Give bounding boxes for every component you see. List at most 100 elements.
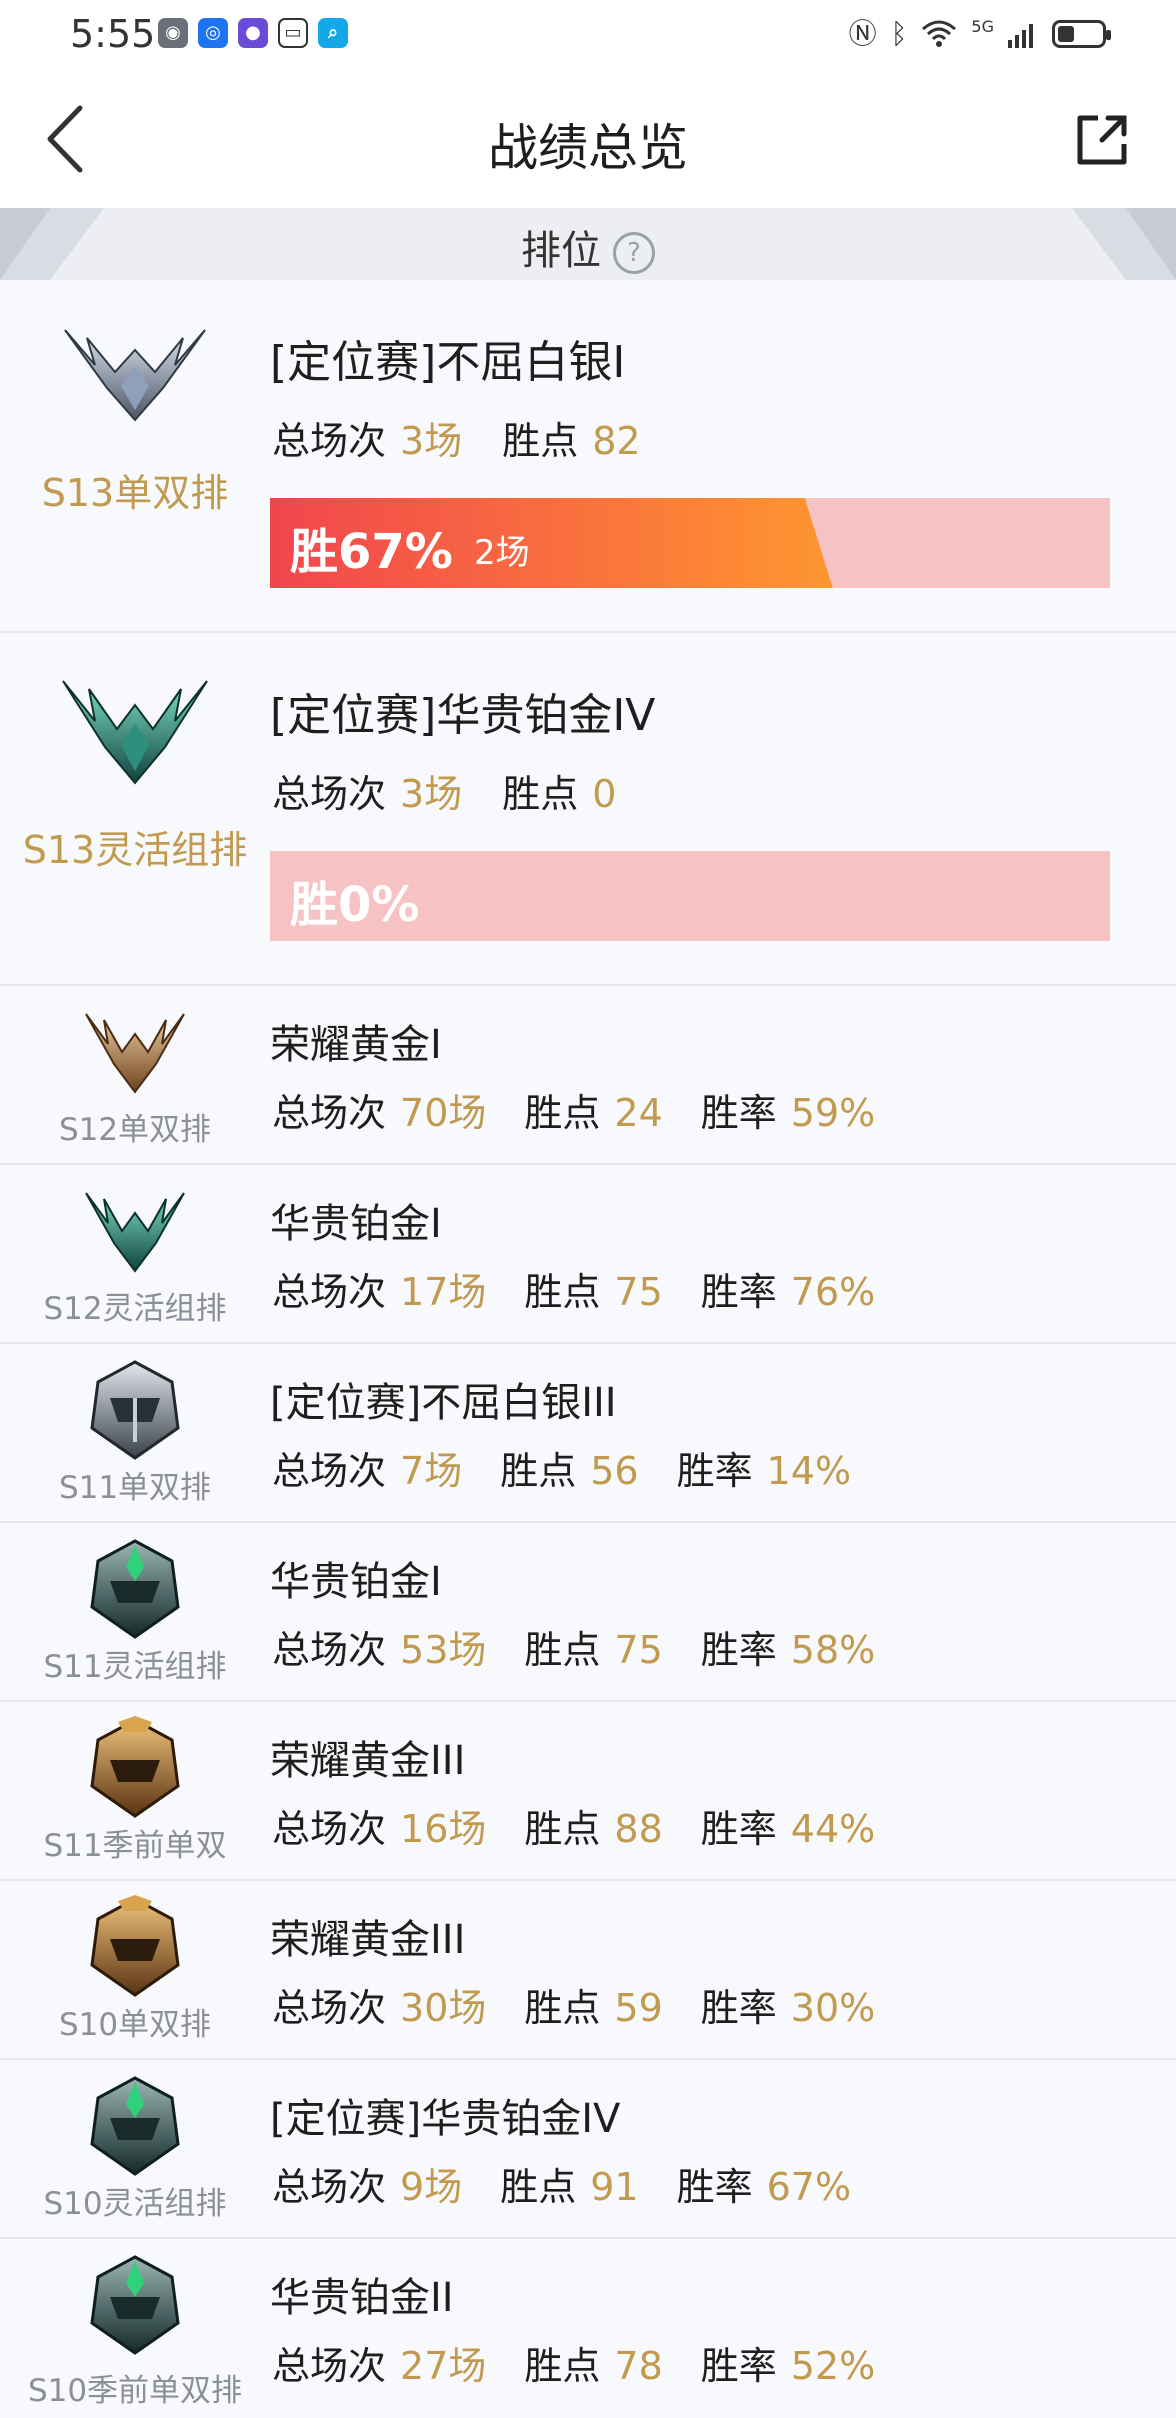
- games-value: 27场: [400, 2344, 487, 2388]
- rate-value: 59%: [790, 1091, 876, 1135]
- season-label: S13灵活组排: [22, 828, 248, 872]
- network-type: 5G: [971, 17, 994, 36]
- rank-badge: [0, 1716, 270, 1824]
- season-row[interactable]: S11单双排 [定位赛]不屈白银III 总场次 7场 胜点 56 胜率 14%: [0, 1344, 1176, 1523]
- games-label: 总场次: [272, 1628, 387, 1672]
- points-label: 胜点: [524, 1628, 601, 1672]
- season-label: S12单双排: [58, 1112, 212, 1148]
- status-bar: 5:55 ◉ ◎ ● ▭ ⌕ Ⓝ ᛒ 5G: [0, 0, 1176, 70]
- tv-icon: ▭: [278, 18, 308, 48]
- rate-value: 30%: [790, 1986, 876, 2030]
- points-value: 56: [590, 1449, 639, 1493]
- games-value: 70场: [400, 1091, 487, 1135]
- games-value: 53场: [400, 1628, 487, 1672]
- rate-label: 胜率: [700, 1270, 777, 1314]
- help-icon[interactable]: ?: [613, 232, 655, 274]
- rank-badge: [0, 663, 270, 797]
- points-value: 24: [614, 1091, 663, 1135]
- silver-wings-badge-icon: [64, 329, 206, 422]
- stats-line: 总场次 30场 胜点 59 胜率 30%: [272, 1977, 913, 2032]
- system-icons: Ⓝ ᛒ 5G: [848, 16, 1111, 52]
- rank-title: [定位赛]不屈白银I: [270, 337, 626, 388]
- season-row[interactable]: S10单双排 荣耀黄金III 总场次 30场 胜点 59 胜率 30%: [0, 1881, 1176, 2060]
- rank-badge: [0, 1179, 270, 1279]
- app-notification-icon: ◉: [158, 18, 188, 48]
- status-time: 5:55: [70, 12, 156, 56]
- points-value: 88: [614, 1807, 663, 1851]
- rank-badge: [0, 310, 270, 434]
- rate-label: 胜率: [700, 1091, 777, 1135]
- stats-line: 总场次 17场 胜点 75 胜率 76%: [272, 1261, 913, 1316]
- season-row[interactable]: S11灵活组排 华贵铂金I 总场次 53场 胜点 75 胜率 58%: [0, 1523, 1176, 1702]
- games-value: 3场: [400, 419, 463, 463]
- app-notification-icon: ●: [238, 18, 268, 48]
- rank-title: 荣耀黄金III: [270, 1917, 466, 1963]
- season-label: S12灵活组排: [43, 1291, 227, 1327]
- stats-line: 总场次 3场 胜点 0: [272, 763, 656, 818]
- rank-card-s13-flex[interactable]: S13灵活组排 [定位赛]华贵铂金IV 总场次 3场 胜点 0 胜0%: [0, 633, 1176, 986]
- stats-line: 总场次 9场 胜点 91 胜率 67%: [272, 2156, 889, 2211]
- rate-label: 胜率: [700, 1986, 777, 2030]
- win-rate-label: 胜67%: [290, 524, 453, 580]
- rate-value: 44%: [790, 1807, 876, 1851]
- teal-wings-badge-icon: [62, 680, 208, 785]
- games-value: 7场: [400, 1449, 463, 1493]
- games-value: 9场: [400, 2165, 463, 2209]
- games-label: 总场次: [272, 1807, 387, 1851]
- games-label: 总场次: [272, 1270, 387, 1314]
- navigation-bar: 战绩总览: [0, 70, 1176, 208]
- points-label: 胜点: [500, 1449, 577, 1493]
- games-label: 总场次: [272, 1986, 387, 2030]
- season-label: S10灵活组排: [43, 2186, 227, 2222]
- stats-line: 总场次 27场 胜点 78 胜率 52%: [272, 2335, 913, 2390]
- season-label: S11季前单双: [43, 1828, 227, 1864]
- share-button[interactable]: [1072, 110, 1132, 170]
- points-label: 胜点: [502, 419, 579, 463]
- points-label: 胜点: [500, 2165, 577, 2209]
- rank-badge: [0, 2074, 270, 2182]
- games-label: 总场次: [272, 2165, 387, 2209]
- rate-value: 76%: [790, 1270, 876, 1314]
- games-label: 总场次: [272, 2344, 387, 2388]
- rank-card-s13-solo[interactable]: S13单双排 [定位赛]不屈白银I 总场次 3场 胜点 82 胜67% 2场: [0, 280, 1176, 633]
- season-row[interactable]: S12灵活组排 华贵铂金I 总场次 17场 胜点 75 胜率 76%: [0, 1165, 1176, 1344]
- win-rate-label: 胜0%: [290, 877, 420, 933]
- nfc-icon: Ⓝ: [848, 17, 877, 50]
- points-label: 胜点: [502, 772, 579, 816]
- season-row[interactable]: S11季前单双 荣耀黄金III 总场次 16场 胜点 88 胜率 44%: [0, 1702, 1176, 1881]
- games-value: 30场: [400, 1986, 487, 2030]
- win-rate-bar: 胜67% 2场: [270, 498, 1110, 588]
- season-row[interactable]: S10季前单双排 华贵铂金II 总场次 27场 胜点 78 胜率 52%: [0, 2239, 1176, 2418]
- section-title: 排位: [521, 228, 601, 274]
- teal-helmet-badge-icon: [90, 1539, 180, 1639]
- points-value: 0: [592, 772, 617, 816]
- rank-badge: [0, 1537, 270, 1645]
- win-count: 2场: [474, 533, 530, 573]
- app-notification-icon: ◎: [198, 18, 228, 48]
- season-row[interactable]: S10灵活组排 [定位赛]华贵铂金IV 总场次 9场 胜点 91 胜率 67%: [0, 2060, 1176, 2239]
- teal-helmet-badge-icon: [90, 2076, 180, 2176]
- rate-value: 67%: [766, 2165, 852, 2209]
- section-header-ranked: 排位?: [0, 208, 1176, 280]
- games-value: 17场: [400, 1270, 487, 1314]
- rank-title: 华贵铂金II: [270, 2275, 454, 2321]
- games-label: 总场次: [272, 419, 387, 463]
- games-label: 总场次: [272, 1091, 387, 1135]
- season-label: S13单双排: [41, 471, 229, 515]
- rank-title: 华贵铂金I: [270, 1559, 442, 1605]
- rank-title: 华贵铂金I: [270, 1201, 442, 1247]
- external-share-icon: [1077, 115, 1127, 165]
- stats-line: 总场次 16场 胜点 88 胜率 44%: [272, 1798, 913, 1853]
- season-row[interactable]: S12单双排 荣耀黄金I 总场次 70场 胜点 24 胜率 59%: [0, 986, 1176, 1165]
- signal-icon: [1008, 24, 1033, 48]
- stats-line: 总场次 3场 胜点 82: [272, 410, 681, 465]
- rate-label: 胜率: [676, 2165, 753, 2209]
- rank-title: [定位赛]不屈白银III: [270, 1380, 617, 1426]
- rate-label: 胜率: [700, 1807, 777, 1851]
- stats-line: 总场次 70场 胜点 24 胜率 59%: [272, 1082, 913, 1137]
- rate-label: 胜率: [700, 1628, 777, 1672]
- season-label: S10季前单双排: [27, 2373, 243, 2409]
- silver-helmet-badge-icon: [90, 1360, 180, 1460]
- page-title: 战绩总览: [488, 119, 688, 177]
- gold-helmet-badge-icon: [90, 1895, 180, 1997]
